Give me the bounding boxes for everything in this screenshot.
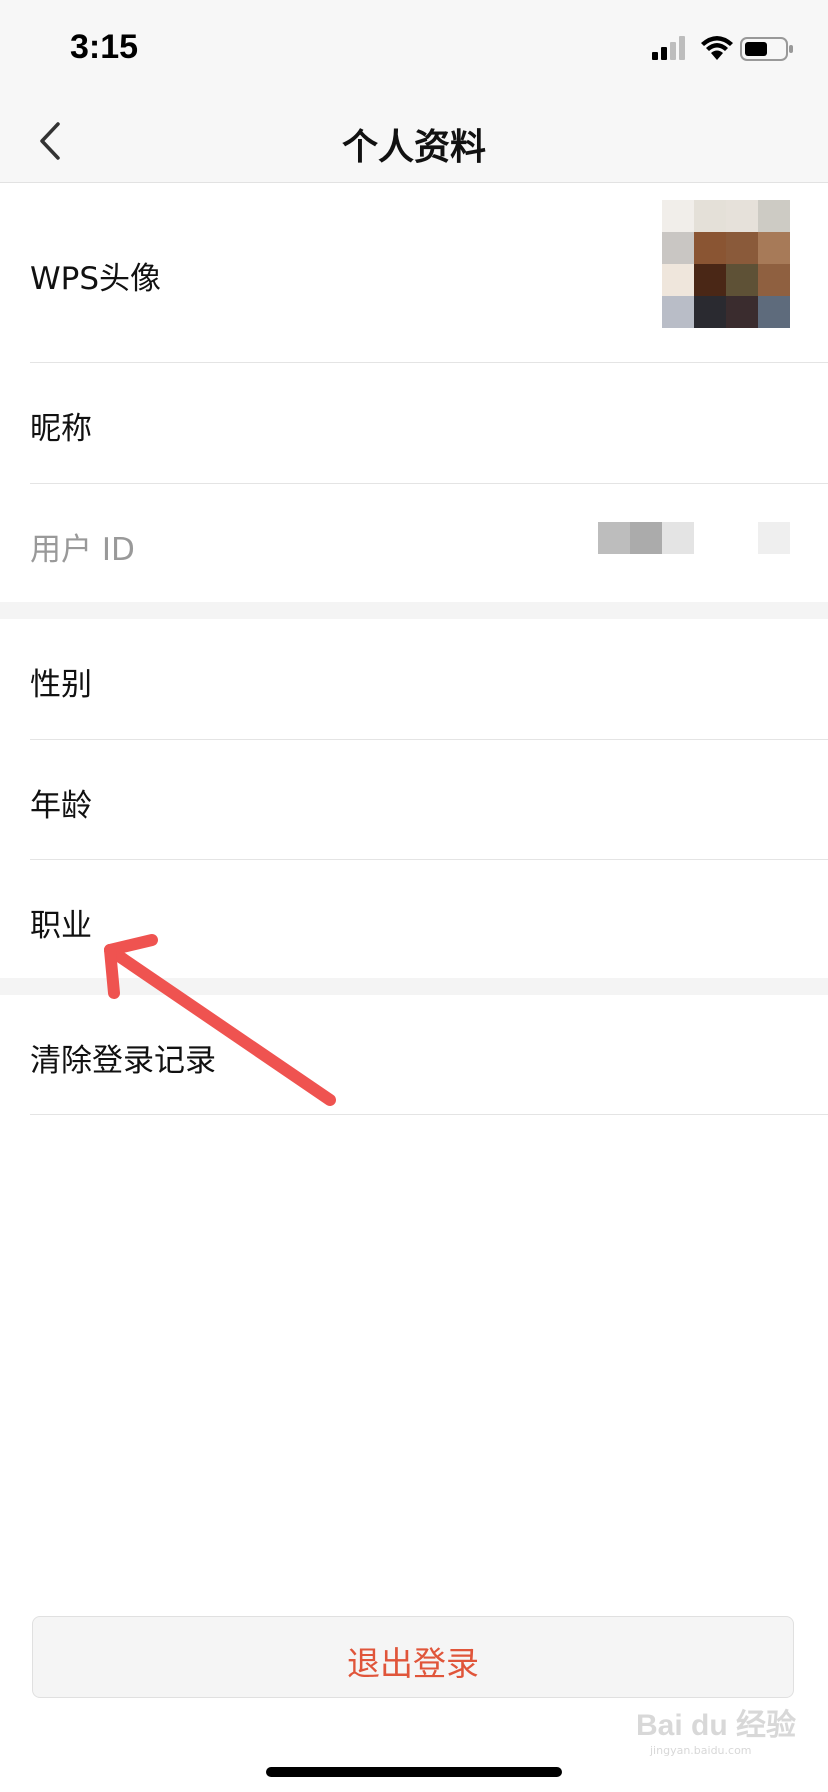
- baidu-watermark-url: jingyan.baidu.com: [650, 1744, 752, 1757]
- section-gap: [0, 978, 828, 995]
- age-label: 年龄: [30, 788, 92, 824]
- status-time: 3:15: [70, 28, 139, 66]
- logout-button[interactable]: 退出登录: [32, 1616, 794, 1698]
- nickname-row[interactable]: 昵称: [0, 363, 828, 483]
- battery-icon: [740, 37, 793, 61]
- baidu-watermark: Bai du 经验: [636, 1709, 797, 1742]
- gender-row[interactable]: 性别: [0, 619, 828, 739]
- home-indicator: [266, 1767, 562, 1777]
- occupation-label: 职业: [30, 908, 92, 944]
- navigation-bar: 个人资料: [0, 100, 828, 183]
- user-id-label: 用户 ID: [30, 532, 135, 568]
- page-title: 个人资料: [341, 127, 486, 168]
- logout-label: 退出登录: [347, 1644, 479, 1683]
- avatar-label: WPS头像: [30, 261, 162, 297]
- profile-screen: 3:15 个人资料 WPS头像 昵称 用户 ID 性别 年龄 职业 清除登录记录…: [0, 0, 828, 1792]
- divider: [30, 1114, 828, 1115]
- avatar[interactable]: [662, 200, 790, 328]
- user-id-redaction: [630, 522, 662, 554]
- clear-login-records-row[interactable]: 清除登录记录: [0, 995, 828, 1114]
- section-gap: [0, 602, 828, 619]
- age-row[interactable]: 年龄: [0, 740, 828, 859]
- nickname-label: 昵称: [30, 411, 92, 447]
- wifi-icon: [701, 36, 733, 60]
- status-bar: 3:15: [0, 0, 828, 100]
- cellular-signal-icon: [652, 36, 685, 60]
- user-id-redaction: [662, 522, 694, 554]
- clear-login-records-label: 清除登录记录: [30, 1043, 216, 1079]
- occupation-row[interactable]: 职业: [0, 860, 828, 978]
- gender-label: 性别: [30, 667, 92, 703]
- user-id-redaction: [758, 522, 790, 554]
- user-id-redaction: [598, 522, 630, 554]
- user-id-row: 用户 ID: [0, 484, 828, 602]
